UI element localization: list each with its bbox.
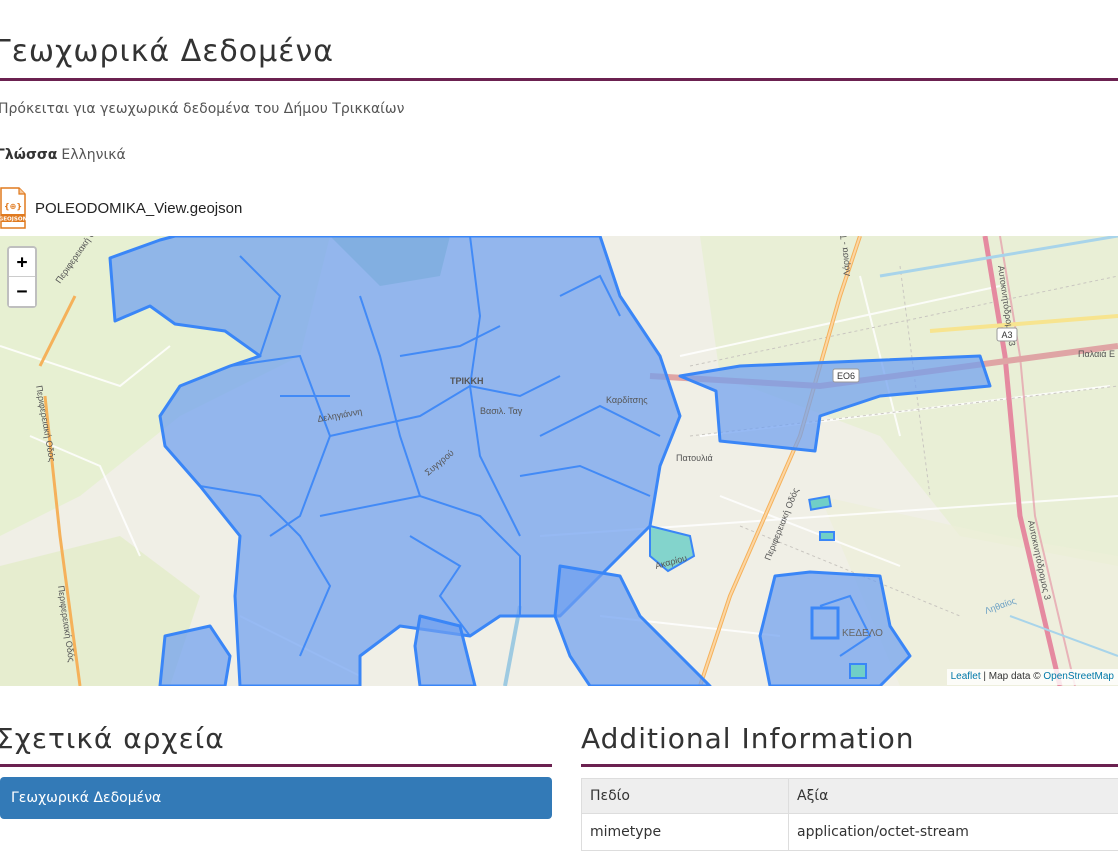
additional-divider bbox=[581, 764, 1118, 767]
label-trikki: ΤΡΙΚΚΗ bbox=[450, 376, 484, 386]
leaflet-link[interactable]: Leaflet bbox=[951, 671, 981, 682]
related-divider bbox=[0, 764, 552, 767]
zoom-out-button[interactable]: − bbox=[9, 277, 35, 306]
map-view[interactable]: Περιφερειακή Οδός Περιφερειακή Οδός Περι… bbox=[0, 236, 1118, 686]
geojson-file-icon: {⊕} GEOJSON bbox=[0, 187, 26, 229]
label-patoulia: Πατουλιά bbox=[676, 453, 713, 463]
shield-a3: A3 bbox=[1001, 330, 1012, 340]
additional-info-table: Πεδίο Αξία mimetype application/octet-st… bbox=[581, 778, 1118, 851]
zoom-control: + − bbox=[7, 246, 37, 308]
openstreetmap-link[interactable]: OpenStreetMap bbox=[1043, 671, 1114, 682]
geojson-glyph: {⊕} bbox=[4, 202, 22, 211]
title-divider bbox=[0, 78, 1118, 81]
table-cell-value: application/octet-stream bbox=[789, 814, 1118, 851]
related-files-heading: Σχετικά αρχεία bbox=[0, 722, 225, 755]
label-vasilis: Βασιλ. Ταγ bbox=[480, 406, 523, 416]
table-row: mimetype application/octet-stream bbox=[582, 814, 1118, 851]
language-value: Ελληνικά bbox=[61, 147, 125, 163]
map-canvas[interactable]: Περιφερειακή Οδός Περιφερειακή Οδός Περι… bbox=[0, 236, 1118, 686]
language-row: ΓλώσσαΕλληνικά bbox=[0, 147, 126, 163]
resource-file-name[interactable]: POLEODOMIKA_View.geojson bbox=[35, 200, 242, 217]
map-attribution: Leaflet | Map data © OpenStreetMap bbox=[947, 669, 1118, 685]
label-palaia: Παλαιά Ε bbox=[1078, 349, 1115, 359]
label-kardits: Καρδίτσης bbox=[606, 395, 648, 405]
label-kedelo: ΚΕΔΕΛΟ bbox=[842, 628, 883, 639]
column-header-value: Αξία bbox=[789, 779, 1118, 814]
table-header-row: Πεδίο Αξία bbox=[582, 779, 1118, 814]
dataset-description: Πρόκειται για γεωχωρικά δεδομένα του Δήμ… bbox=[0, 101, 404, 117]
attribution-text: | Map data © bbox=[981, 671, 1044, 682]
zoom-in-button[interactable]: + bbox=[9, 248, 35, 277]
resource-file[interactable]: {⊕} GEOJSON POLEODOMIKA_View.geojson bbox=[0, 187, 242, 229]
geojson-format-label: GEOJSON bbox=[0, 217, 26, 223]
page-title: Γεωχωρικά Δεδομένα bbox=[0, 34, 334, 69]
language-label: Γλώσσα bbox=[0, 147, 57, 163]
shield-eo6: ΕΟ6 bbox=[837, 371, 855, 381]
additional-info-heading: Additional Information bbox=[581, 722, 915, 755]
table-cell-field: mimetype bbox=[582, 814, 789, 851]
related-file-item[interactable]: Γεωχωρικά Δεδομένα bbox=[0, 777, 552, 819]
column-header-field: Πεδίο bbox=[582, 779, 789, 814]
